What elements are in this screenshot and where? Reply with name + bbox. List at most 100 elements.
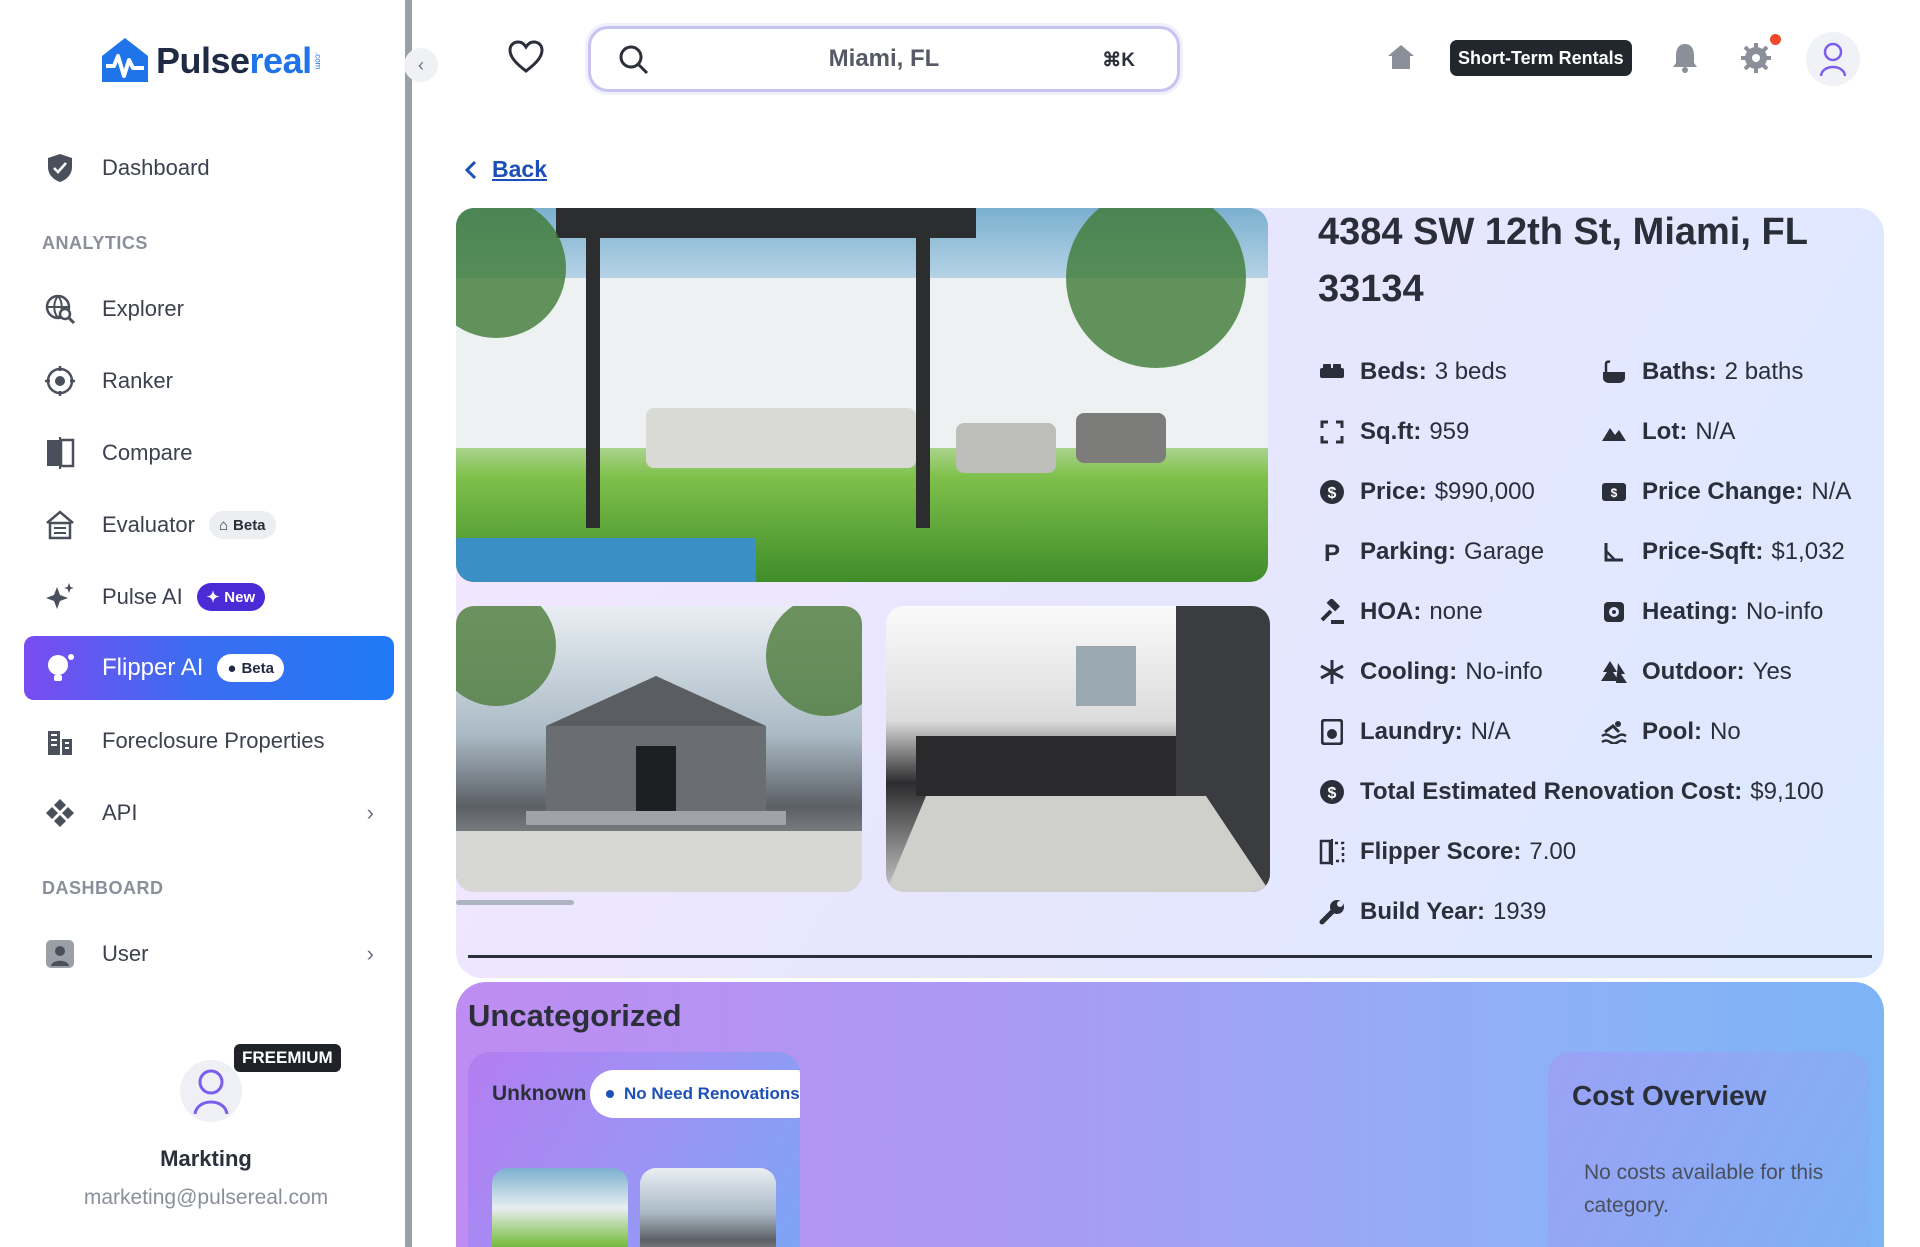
category-thumbnail[interactable] [640,1168,776,1247]
search-input[interactable] [591,45,1177,73]
sidebar: Pulsereal .com Dashboard ANALYTICS Explo… [0,0,412,1247]
svg-text:P: P [1324,540,1340,564]
profile-name: Markting [160,1146,252,1171]
mountain-icon [1600,418,1628,446]
sidebar-item-label: Foreclosure Properties [102,728,325,753]
svg-text:$: $ [1328,485,1337,502]
globe-search-icon [42,291,78,327]
sidebar-item-label: User [102,941,149,966]
spec-laundry: Laundry: N/A [1318,718,1511,746]
category-card[interactable]: Unknown No Need Renovations [468,1052,800,1247]
search-bar[interactable]: ⌘K [588,26,1180,92]
sidebar-item-compare[interactable]: Compare [24,421,394,485]
avatar[interactable] [180,1060,242,1122]
sidebar-item-foreclosure-properties[interactable]: Foreclosure Properties [24,709,394,773]
spec-heating: Heating: No-info [1600,598,1823,626]
api-icon [42,795,78,831]
property-photo-exterior[interactable] [456,606,862,892]
bath-icon [1600,358,1628,386]
chevron-right-icon: › [366,800,374,825]
sidebar-item-pulse-ai[interactable]: Pulse AI ✦ New [24,565,394,629]
heater-icon [1600,598,1628,626]
lightbulb-small-icon: ● [227,659,237,677]
spec-price-change: $ Price Change: N/A [1600,478,1851,506]
pool-icon [1600,718,1628,746]
sidebar-item-label: Flipper AI [102,654,204,681]
spec-cooling: Cooling: No-info [1318,658,1543,686]
cost-overview-text: No costs available for this category. [1584,1161,1824,1217]
plan-badge: FREEMIUM [234,1044,341,1072]
spec-pool: Pool: No [1600,718,1741,746]
renovation-status-pill: No Need Renovations [590,1070,800,1118]
sidebar-item-label: Pulse AI [102,584,183,609]
property-photo-patio[interactable] [456,208,1268,582]
buildings-icon [42,723,78,759]
property-photo-kitchen[interactable] [886,606,1270,892]
bed-icon [1318,358,1346,386]
wrench-icon [1318,898,1346,926]
user-icon [42,936,78,972]
exterior-image [456,606,862,892]
sidebar-item-ranker[interactable]: Ranker [24,349,394,413]
brand-name: Pulsereal [156,40,312,81]
sidebar-item-evaluator[interactable]: Evaluator ⌂ Beta [24,493,394,557]
washer-icon [1318,718,1346,746]
spec-outdoor: Outdoor: Yes [1600,658,1792,686]
compare-icon [42,435,78,471]
sidebar-item-explorer[interactable]: Explorer [24,277,394,341]
profile-email: marketing@pulsereal.com [83,1186,329,1209]
sidebar-item-user[interactable]: User › [24,922,394,986]
spec-lot: Lot: N/A [1600,418,1735,446]
svg-text:$: $ [1328,785,1337,802]
sidebar-item-label: Compare [102,440,193,465]
header-avatar[interactable] [1806,32,1860,86]
spec-sqft: Sq.ft: 959 [1318,418,1469,446]
search-icon [619,45,649,75]
gavel-icon [1318,598,1346,626]
section-label-analytics: ANALYTICS [42,233,148,253]
expand-icon [1318,418,1346,446]
parking-icon: P [1318,538,1346,566]
notification-dot [1770,34,1781,45]
bell-icon[interactable] [1670,42,1700,74]
sidebar-item-api[interactable]: API › [24,781,394,845]
svg-text:$: $ [1611,486,1618,500]
spec-renovation-cost: $ Total Estimated Renovation Cost: $9,100 [1318,778,1824,806]
beta-badge: ⌂ Beta [208,511,276,539]
pulse-logo-icon [102,38,148,82]
sidebar-item-flipper-ai[interactable]: Flipper AI ● Beta [24,636,394,700]
gear-icon[interactable] [1740,42,1772,74]
sidebar-item-label: API [102,800,138,825]
category-title: Uncategorized [468,998,682,1033]
dollar-circle-icon: $ [1318,478,1346,506]
house-eval-icon [42,507,78,543]
spec-beds: Beds: 3 beds [1318,358,1507,386]
category-thumbnail[interactable] [492,1168,628,1247]
cost-overview-title: Cost Overview [1572,1080,1767,1111]
shield-icon [42,150,78,186]
target-icon [42,363,78,399]
spec-baths: Baths: 2 baths [1600,358,1803,386]
gallery-scroll-indicator[interactable] [456,900,574,905]
tree-icon [1600,658,1628,686]
sidebar-item-label: Ranker [102,368,173,393]
spec-parking: P Parking: Garage [1318,538,1544,566]
collapse-sidebar-button[interactable]: ‹ [404,48,438,82]
home-icon[interactable] [1386,42,1416,72]
sidebar-item-dashboard[interactable]: Dashboard [24,136,394,200]
sidebar-item-label: Dashboard [102,155,210,180]
chevron-left-icon [464,160,477,179]
sidebar-item-label: Explorer [102,296,184,321]
beta-badge: ● Beta [217,654,284,682]
back-link[interactable]: Back [464,156,547,183]
snowflake-icon [1318,658,1346,686]
patio-image [456,208,1268,582]
brand-suffix: .com [313,52,323,70]
brand-logo[interactable]: Pulsereal .com [96,34,323,88]
chevron-left-icon: ‹ [418,54,424,75]
heart-icon[interactable] [508,40,544,74]
short-term-rentals-button[interactable]: Short-Term Rentals [1450,40,1632,76]
flip-icon [1318,838,1346,866]
status-dot [606,1090,614,1098]
chevron-right-icon: › [366,941,374,966]
